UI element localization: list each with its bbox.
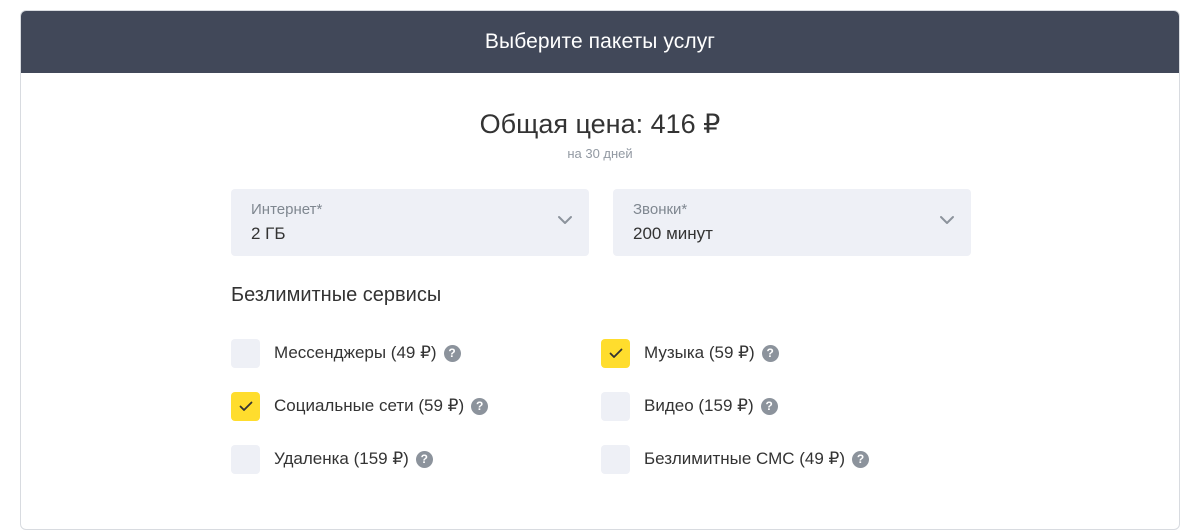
help-icon[interactable]: ?	[852, 450, 870, 468]
option-label: Социальные сети (59 ₽)	[274, 396, 465, 415]
internet-select-value: 2 ГБ	[251, 224, 286, 243]
option-social-networks[interactable]: Социальные сети (59 ₽) ?	[231, 391, 489, 421]
package-selects: Интернет* 2 ГБ Звонки* 200 минут	[231, 189, 971, 256]
help-icon[interactable]: ?	[415, 450, 433, 468]
help-icon[interactable]: ?	[760, 397, 778, 415]
checkbox-messengers[interactable]	[231, 338, 260, 368]
option-messengers[interactable]: Мессенджеры (49 ₽) ?	[231, 338, 461, 368]
calls-select[interactable]: Звонки* 200 минут	[613, 189, 971, 256]
checkbox-social-networks[interactable]	[231, 391, 260, 421]
card-header: Выберите пакеты услуг	[21, 11, 1179, 73]
help-icon[interactable]: ?	[471, 397, 489, 415]
checkbox-music[interactable]	[601, 338, 630, 368]
price-block: Общая цена: 416 ₽ на 30 дней	[21, 109, 1179, 161]
option-unlimited-sms[interactable]: Безлимитные СМС (49 ₽) ?	[601, 444, 870, 474]
option-label: Удаленка (159 ₽)	[274, 449, 409, 468]
chevron-down-icon	[940, 216, 954, 224]
help-icon[interactable]: ?	[761, 344, 779, 362]
unlimited-services-title: Безлимитные сервисы	[231, 284, 442, 306]
checkbox-remote-work[interactable]	[231, 444, 260, 474]
chevron-down-icon	[558, 216, 572, 224]
option-label: Видео (159 ₽)	[644, 396, 754, 415]
calls-select-label: Звонки*	[633, 201, 688, 218]
option-label: Музыка (59 ₽)	[644, 343, 755, 362]
checkmark-icon	[609, 348, 622, 358]
help-icon[interactable]: ?	[443, 344, 461, 362]
internet-select-label: Интернет*	[251, 201, 323, 218]
header-title: Выберите пакеты услуг	[484, 30, 716, 53]
total-price: Общая цена: 416 ₽	[479, 109, 721, 139]
option-label: Безлимитные СМС (49 ₽)	[644, 449, 846, 468]
option-remote-work[interactable]: Удаленка (159 ₽) ?	[231, 444, 433, 474]
checkmark-icon	[239, 401, 252, 411]
service-packages-card: Выберите пакеты услуг Общая цена: 416 ₽ …	[20, 10, 1180, 530]
checkbox-video[interactable]	[601, 391, 630, 421]
option-video[interactable]: Видео (159 ₽) ?	[601, 391, 778, 421]
price-period: на 30 дней	[567, 146, 633, 161]
option-music[interactable]: Музыка (59 ₽) ?	[601, 338, 779, 368]
checkbox-unlimited-sms[interactable]	[601, 444, 630, 474]
calls-select-value: 200 минут	[633, 224, 713, 243]
option-label: Мессенджеры (49 ₽)	[274, 343, 437, 362]
internet-select[interactable]: Интернет* 2 ГБ	[231, 189, 589, 256]
